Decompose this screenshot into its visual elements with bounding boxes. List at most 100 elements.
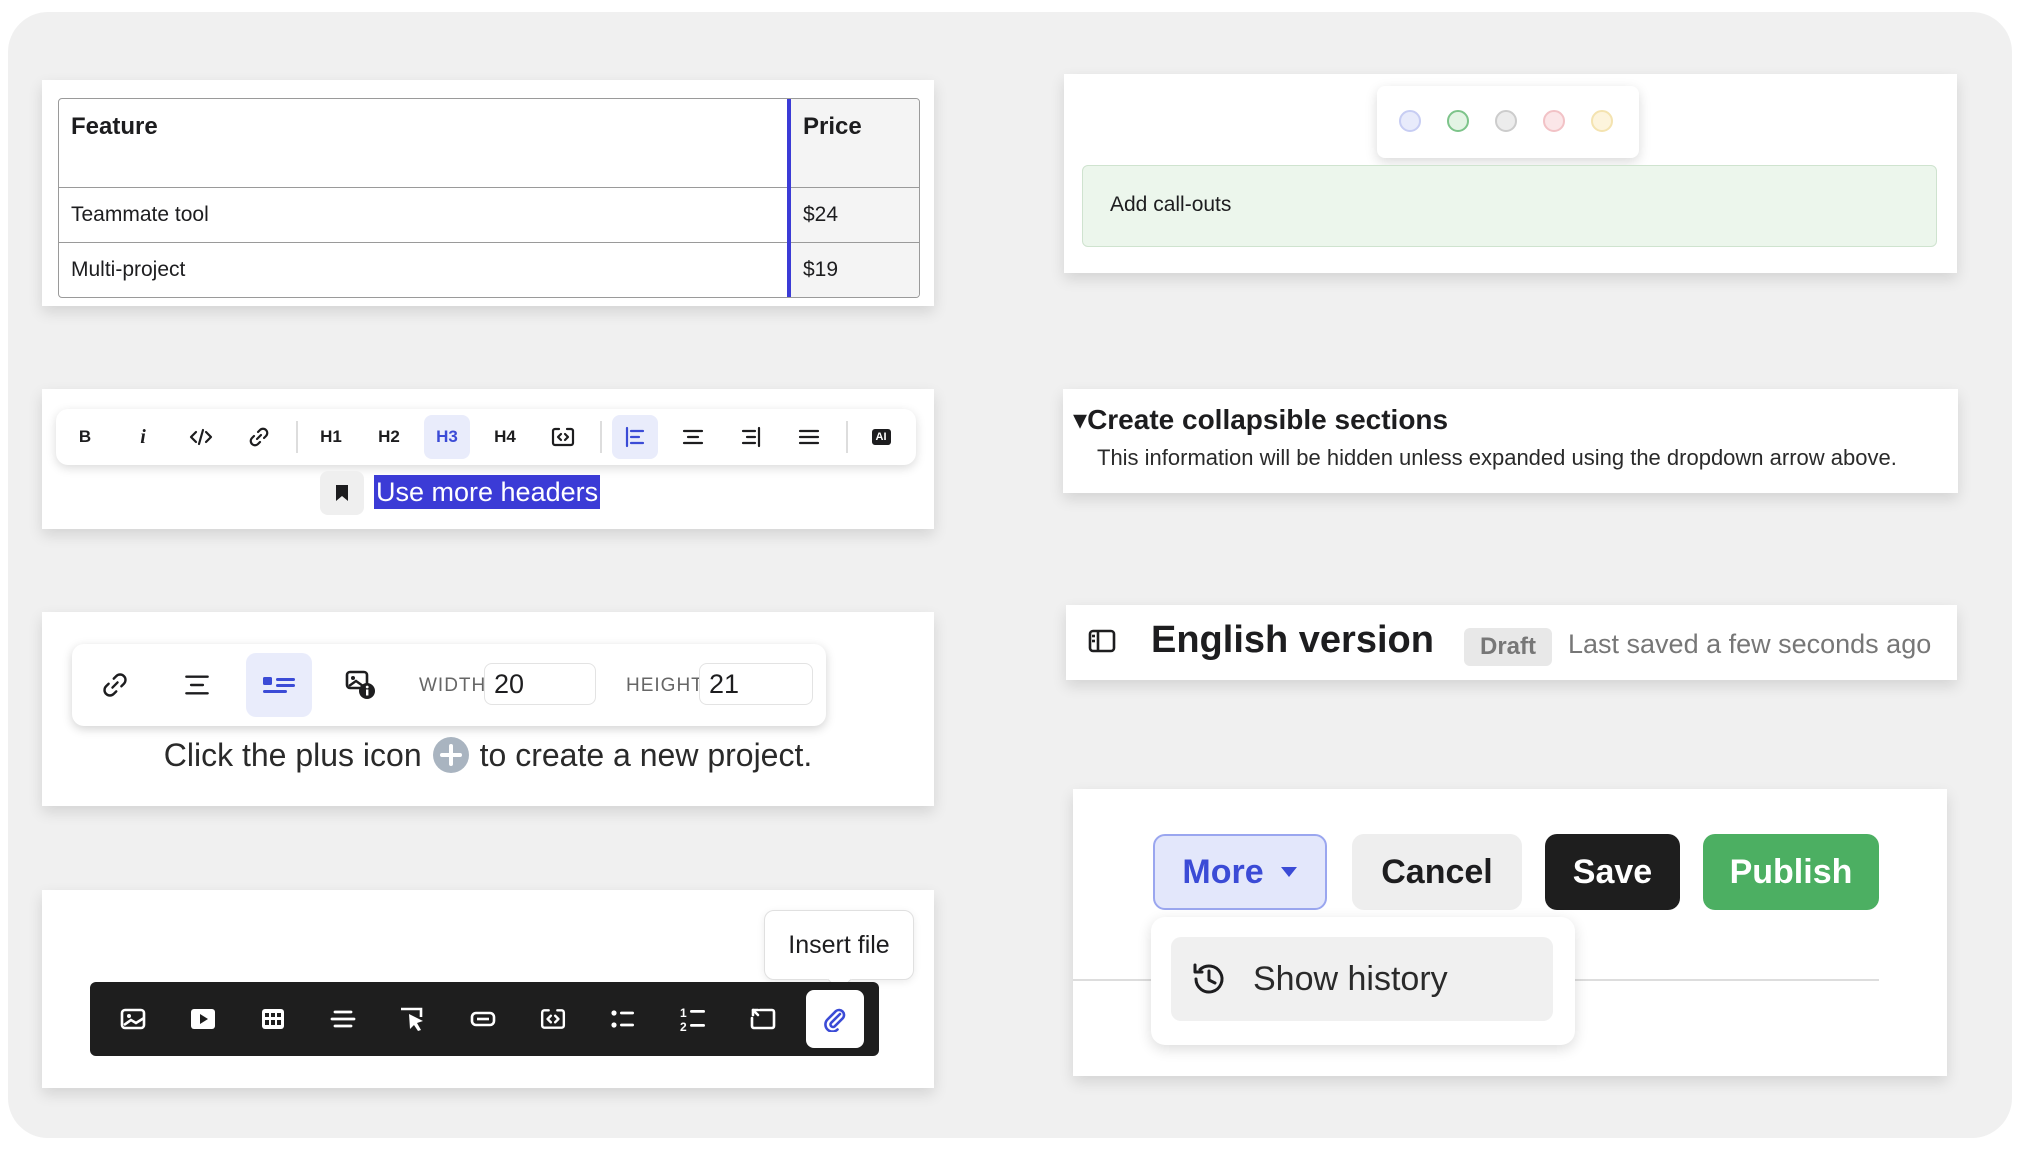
- swatch-yellow[interactable]: [1591, 110, 1613, 132]
- code-icon: [189, 428, 213, 446]
- callout-card: Add call-outs: [1064, 74, 1957, 273]
- align-right-button[interactable]: [728, 415, 774, 459]
- ai-button[interactable]: AI: [858, 415, 904, 459]
- align-left-button[interactable]: [612, 415, 658, 459]
- h2-button[interactable]: H2: [366, 415, 412, 459]
- cancel-button[interactable]: Cancel: [1352, 834, 1522, 910]
- embed-icon: [551, 426, 575, 448]
- sentence-end: to create a new project.: [479, 736, 813, 773]
- h1-label: H1: [320, 427, 342, 446]
- collapsible-header[interactable]: ▾Create collapsible sections: [1073, 403, 1448, 436]
- document-header-card: English version Draft Last saved a few s…: [1066, 605, 1957, 680]
- align-left-icon: [624, 426, 646, 448]
- sidebar-panel-icon: [1088, 628, 1116, 654]
- pricing-table: Feature Price Teammate tool $24 Multi-pr…: [58, 98, 920, 298]
- h3-button[interactable]: H3: [424, 415, 470, 459]
- actions-card: More Cancel Save Publish Show history: [1073, 789, 1947, 1076]
- table-cell[interactable]: $24: [787, 187, 919, 243]
- bookmark-button[interactable]: [320, 471, 364, 515]
- video-icon: [191, 1009, 215, 1029]
- swatch-gray[interactable]: [1495, 110, 1517, 132]
- embed-button[interactable]: [540, 415, 586, 459]
- callout-block[interactable]: Add call-outs: [1082, 165, 1937, 247]
- h4-button[interactable]: H4: [482, 415, 528, 459]
- italic-button[interactable]: i: [120, 415, 166, 459]
- table-card: Feature Price Teammate tool $24 Multi-pr…: [42, 80, 934, 306]
- table-cell[interactable]: $19: [787, 242, 919, 297]
- align-right-icon: [740, 426, 762, 448]
- collapsible-content: This information will be hidden unless e…: [1097, 445, 1897, 470]
- h4-label: H4: [494, 427, 516, 446]
- svg-text:2: 2: [680, 1020, 687, 1033]
- table-row: Multi-project $19: [59, 242, 919, 298]
- menu-item-show-history[interactable]: Show history: [1171, 937, 1553, 1021]
- height-input[interactable]: [699, 663, 813, 705]
- history-icon: [1189, 959, 1229, 999]
- attachment-icon: [822, 1006, 848, 1032]
- insert-numbered-list-button[interactable]: 12: [664, 990, 722, 1048]
- height-label: HEIGHT: [626, 675, 704, 696]
- link-button[interactable]: [236, 415, 282, 459]
- image-link-button[interactable]: [82, 653, 148, 717]
- h1-button[interactable]: H1: [308, 415, 354, 459]
- image-wrap-button[interactable]: [246, 653, 312, 717]
- text-wrap-icon: [263, 677, 295, 693]
- insert-cta-button[interactable]: [384, 990, 442, 1048]
- page-title: English version: [1151, 619, 1434, 661]
- insert-button-element[interactable]: [454, 990, 512, 1048]
- link-icon: [248, 426, 270, 448]
- instruction-sentence: Click the plus icon to create a new proj…: [42, 736, 934, 774]
- sidebar-toggle-button[interactable]: [1088, 628, 1116, 654]
- align-center-icon: [183, 672, 211, 698]
- insert-bullet-list-button[interactable]: [594, 990, 652, 1048]
- cursor-click-icon: [399, 1005, 423, 1031]
- bookmark-icon: [336, 485, 348, 501]
- insert-embed-button[interactable]: [524, 990, 582, 1048]
- selected-text[interactable]: Use more headers: [374, 475, 601, 509]
- toolbar-divider: [296, 421, 298, 453]
- format-card: B i H1 H2 H3 H4 AI Use more headers: [42, 389, 934, 529]
- callout-color-picker: [1377, 86, 1639, 158]
- insert-divider-button[interactable]: [314, 990, 372, 1048]
- save-button[interactable]: Save: [1545, 834, 1680, 910]
- toolbar-divider: [846, 421, 848, 453]
- svg-text:1: 1: [680, 1006, 687, 1020]
- insert-video-button[interactable]: [174, 990, 232, 1048]
- insert-image-button[interactable]: [104, 990, 162, 1048]
- h2-label: H2: [378, 427, 400, 446]
- justify-button[interactable]: [786, 415, 832, 459]
- width-input[interactable]: [484, 663, 596, 705]
- table-cell[interactable]: Multi-project: [59, 243, 789, 298]
- insert-table-button[interactable]: [244, 990, 302, 1048]
- insert-toolbar: 12: [90, 982, 879, 1056]
- image-alt-text-button[interactable]: [328, 653, 394, 717]
- collapse-arrow-icon[interactable]: ▾: [1073, 404, 1087, 435]
- column-header-feature[interactable]: Feature: [59, 99, 789, 188]
- image-align-button[interactable]: [164, 653, 230, 717]
- table-header-row: Feature Price: [59, 99, 919, 188]
- column-header-price[interactable]: Price: [787, 99, 919, 188]
- more-label: More: [1182, 852, 1264, 891]
- save-status: Last saved a few seconds ago: [1568, 629, 1932, 659]
- swatch-blue[interactable]: [1399, 110, 1421, 132]
- embed-icon: [540, 1007, 566, 1031]
- insert-redirect-button[interactable]: [734, 990, 792, 1048]
- justify-icon: [798, 426, 820, 448]
- table-cell[interactable]: Teammate tool: [59, 187, 789, 243]
- publish-button[interactable]: Publish: [1703, 834, 1879, 910]
- bold-button[interactable]: B: [62, 415, 108, 459]
- ai-label: AI: [871, 429, 891, 445]
- h3-label: H3: [436, 427, 458, 446]
- swatch-green[interactable]: [1447, 110, 1469, 132]
- numbered-list-icon: 12: [680, 1006, 705, 1033]
- image-settings-card: WIDTH HEIGHT Click the plus icon to crea…: [42, 612, 934, 806]
- insert-file-tooltip: Insert file: [764, 910, 914, 980]
- image-toolbar: WIDTH HEIGHT: [72, 644, 826, 726]
- more-dropdown-button[interactable]: More: [1153, 834, 1327, 910]
- code-button[interactable]: [178, 415, 224, 459]
- align-center-button[interactable]: [670, 415, 716, 459]
- status-badge: Draft: [1464, 628, 1553, 666]
- align-center-icon: [682, 426, 704, 448]
- insert-file-button[interactable]: [806, 990, 864, 1048]
- swatch-red[interactable]: [1543, 110, 1565, 132]
